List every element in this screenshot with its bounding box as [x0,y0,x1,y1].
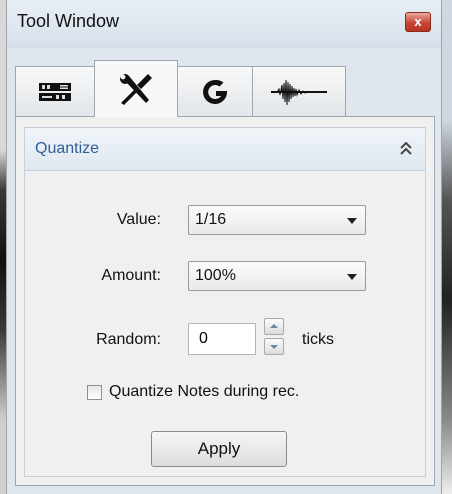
tools-crossed-icon [120,74,152,105]
collapse-chevron-icon[interactable] [399,140,413,158]
close-button[interactable]: x [405,12,431,32]
quantize-section-body: Value: 1/16 Amount: 100% Random: 0 ticks… [24,171,426,477]
window-title: Tool Window [17,11,120,31]
background-right-edge [442,0,452,494]
spin-down-button[interactable] [264,338,284,355]
close-icon: x [414,14,422,29]
random-input[interactable]: 0 [188,323,256,355]
tool-panel: Quantize Value: 1/16 Amount: 100% Random… [15,116,435,486]
value-dropdown[interactable]: 1/16 [188,205,366,235]
random-label: Random: [96,331,161,348]
tool-window: Tool Window x Quantize Value: 1/16 Amoun… [6,0,442,494]
tab-groove[interactable] [177,66,253,116]
random-unit-label: ticks [302,331,334,348]
tab-audio[interactable] [252,66,346,116]
chevron-down-icon [347,218,357,224]
random-value: 0 [199,330,208,347]
apply-button[interactable]: Apply [151,431,287,467]
quantize-section-header[interactable]: Quantize [24,127,426,171]
g-swirl-icon [203,79,227,104]
hardware-rack-icon [39,82,71,101]
waveform-icon [271,79,327,105]
arrow-down-icon [270,345,278,349]
spin-up-button[interactable] [264,318,284,335]
quantize-during-rec-label[interactable]: Quantize Notes during rec. [109,383,299,401]
tab-mixer[interactable] [15,66,95,116]
section-title: Quantize [35,140,100,157]
arrow-up-icon [270,324,278,328]
amount-dropdown[interactable]: 100% [188,261,366,291]
quantize-during-rec-checkbox[interactable] [87,385,102,400]
value-selected: 1/16 [195,211,227,228]
tab-tools[interactable] [94,60,178,117]
amount-label: Amount: [101,267,161,284]
chevron-down-icon [347,274,357,280]
title-bar[interactable]: Tool Window x [7,0,441,48]
value-label: Value: [116,211,161,228]
tab-strip [15,60,435,117]
amount-selected: 100% [195,267,236,284]
